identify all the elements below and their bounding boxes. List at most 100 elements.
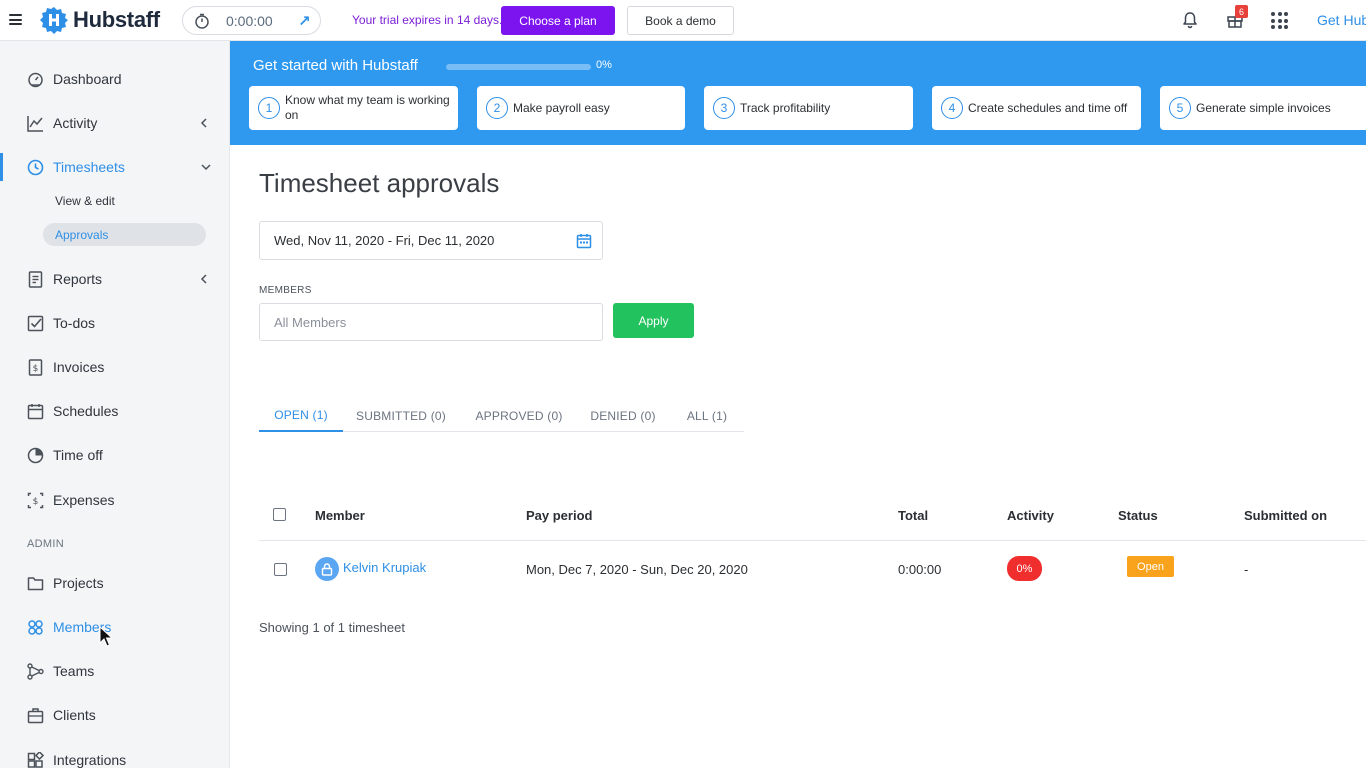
onboarding-step-4[interactable]: 4 Create schedules and time off xyxy=(932,86,1141,130)
expenses-receipt-icon: $ xyxy=(27,492,44,508)
sidebar-subitem-view-edit[interactable]: View & edit xyxy=(43,189,206,212)
integrations-blocks-icon xyxy=(27,751,44,768)
status-tabs: OPEN (1) SUBMITTED (0) APPROVED (0) DENI… xyxy=(259,400,744,432)
sidebar-item-label: Clients xyxy=(53,707,96,723)
app-name: Hubstaff xyxy=(73,7,160,32)
members-people-icon xyxy=(28,619,43,635)
onboarding-step-5[interactable]: 5 Generate simple invoices xyxy=(1160,86,1366,130)
book-demo-button[interactable]: Book a demo xyxy=(627,6,734,35)
members-filter-input[interactable] xyxy=(259,303,603,341)
column-header-member: Member xyxy=(315,508,365,523)
get-hubstaff-link[interactable]: Get Hub xyxy=(1317,12,1366,28)
sidebar-item-reports[interactable]: Reports xyxy=(0,263,230,295)
sidebar-subitem-label: View & edit xyxy=(55,193,115,208)
step-number: 3 xyxy=(713,97,735,119)
sidebar-item-activity[interactable]: Activity xyxy=(0,107,230,139)
members-filter-label: MEMBERS xyxy=(259,285,312,296)
sidebar-item-label: Expenses xyxy=(53,492,115,508)
apply-button[interactable]: Apply xyxy=(613,303,694,338)
avatar xyxy=(315,557,339,581)
user-lock-icon xyxy=(321,562,333,576)
tab-all[interactable]: ALL (1) xyxy=(679,400,735,432)
onboarding-progress-bar xyxy=(446,64,591,70)
sidebar-item-timesheets[interactable]: Timesheets xyxy=(0,151,230,183)
chevron-left-icon xyxy=(200,274,207,284)
step-label: Make payroll easy xyxy=(513,100,610,115)
onboarding-step-2[interactable]: 2 Make payroll easy xyxy=(477,86,685,130)
column-header-status: Status xyxy=(1118,508,1158,523)
submitted-on-cell: - xyxy=(1244,562,1249,577)
onboarding-step-3[interactable]: 3 Track profitability xyxy=(704,86,913,130)
sidebar-item-label: Time off xyxy=(53,447,103,463)
sidebar-item-projects[interactable]: Projects xyxy=(0,567,230,599)
sidebar-item-dashboard[interactable]: Dashboard xyxy=(0,63,230,95)
progress-percent: 0% xyxy=(596,59,612,71)
sidebar-item-label: Projects xyxy=(53,575,104,591)
svg-text:$: $ xyxy=(33,364,39,374)
sidebar-item-integrations[interactable]: Integrations xyxy=(0,744,230,768)
step-label: Know what my team is working on xyxy=(285,93,450,122)
sidebar-item-label: Reports xyxy=(53,271,103,287)
date-range-picker[interactable]: Wed, Nov 11, 2020 - Fri, Dec 11, 2020 xyxy=(259,221,603,260)
pay-period-cell: Mon, Dec 7, 2020 - Sun, Dec 20, 2020 xyxy=(526,562,748,577)
mouse-pointer-icon xyxy=(99,626,113,647)
timer-widget[interactable]: 0:00:00 ↗ xyxy=(182,6,321,35)
svg-text:$: $ xyxy=(33,497,39,507)
arrow-up-right-icon[interactable]: ↗ xyxy=(298,12,311,30)
step-label: Generate simple invoices xyxy=(1196,100,1331,115)
banner-title: Get started with Hubstaff xyxy=(253,57,418,74)
activity-badge: 0% xyxy=(1007,556,1042,581)
sidebar-item-label: Schedules xyxy=(53,403,119,419)
admin-section-label: ADMIN xyxy=(27,538,64,550)
sidebar-item-time-off[interactable]: Time off xyxy=(0,439,230,471)
sidebar-item-members[interactable]: Members xyxy=(0,611,230,643)
column-header-pay-period: Pay period xyxy=(526,508,593,523)
app-logo[interactable]: Hubstaff xyxy=(40,6,160,34)
bell-icon[interactable] xyxy=(1181,11,1199,29)
sidebar-item-clients[interactable]: Clients xyxy=(0,699,230,731)
teams-network-icon xyxy=(27,662,44,680)
step-number: 4 xyxy=(941,97,963,119)
table-header-divider xyxy=(259,540,1366,541)
sidebar-item-label: Activity xyxy=(53,115,98,131)
hubstaff-logo-icon xyxy=(40,7,68,34)
folder-icon xyxy=(27,576,44,590)
briefcase-icon xyxy=(27,707,44,723)
member-name-link[interactable]: Kelvin Krupiak xyxy=(343,560,426,575)
page-title: Timesheet approvals xyxy=(259,168,500,198)
menu-icon[interactable] xyxy=(9,14,22,25)
sidebar-item-invoices[interactable]: $ Invoices xyxy=(0,351,230,383)
tab-submitted[interactable]: SUBMITTED (0) xyxy=(349,400,453,432)
sidebar-item-label: Teams xyxy=(53,663,95,679)
choose-plan-button[interactable]: Choose a plan xyxy=(501,6,615,35)
results-count: Showing 1 of 1 timesheet xyxy=(259,620,405,635)
tab-approved[interactable]: APPROVED (0) xyxy=(469,400,569,432)
trial-notice: Your trial expires in 14 days. xyxy=(352,13,503,27)
sidebar-item-label: Dashboard xyxy=(53,71,122,87)
get-started-banner: Get started with Hubstaff 0% 1 Know what… xyxy=(230,41,1366,145)
sidebar-item-label: To-dos xyxy=(53,315,96,331)
column-header-submitted-on: Submitted on xyxy=(1244,508,1328,523)
row-checkbox[interactable] xyxy=(274,563,287,576)
step-number: 2 xyxy=(486,97,508,119)
sidebar-subitem-approvals[interactable]: Approvals xyxy=(43,223,206,246)
step-label: Track profitability xyxy=(740,100,831,115)
step-label: Create schedules and time off xyxy=(968,100,1128,115)
time-off-pie-icon xyxy=(27,447,44,463)
column-header-activity: Activity xyxy=(1007,508,1054,523)
sidebar-item-label: Integrations xyxy=(53,752,127,768)
apps-grid-icon[interactable] xyxy=(1271,12,1288,29)
sidebar-item-teams[interactable]: Teams xyxy=(0,655,230,687)
sidebar-item-schedules[interactable]: Schedules xyxy=(0,395,230,427)
calendar-icon xyxy=(27,403,44,419)
sidebar-subitem-label: Approvals xyxy=(55,227,109,242)
sidebar-item-expenses[interactable]: $ Expenses xyxy=(0,484,230,516)
calendar-icon[interactable] xyxy=(576,233,592,249)
sidebar-item-label: Timesheets xyxy=(53,159,125,175)
checkbox-checked-icon xyxy=(27,315,44,331)
onboarding-step-1[interactable]: 1 Know what my team is working on xyxy=(249,86,458,130)
sidebar-item-todos[interactable]: To-dos xyxy=(0,307,230,339)
tab-denied[interactable]: DENIED (0) xyxy=(585,400,661,432)
select-all-checkbox[interactable] xyxy=(273,508,286,521)
tab-open[interactable]: OPEN (1) xyxy=(259,400,343,432)
